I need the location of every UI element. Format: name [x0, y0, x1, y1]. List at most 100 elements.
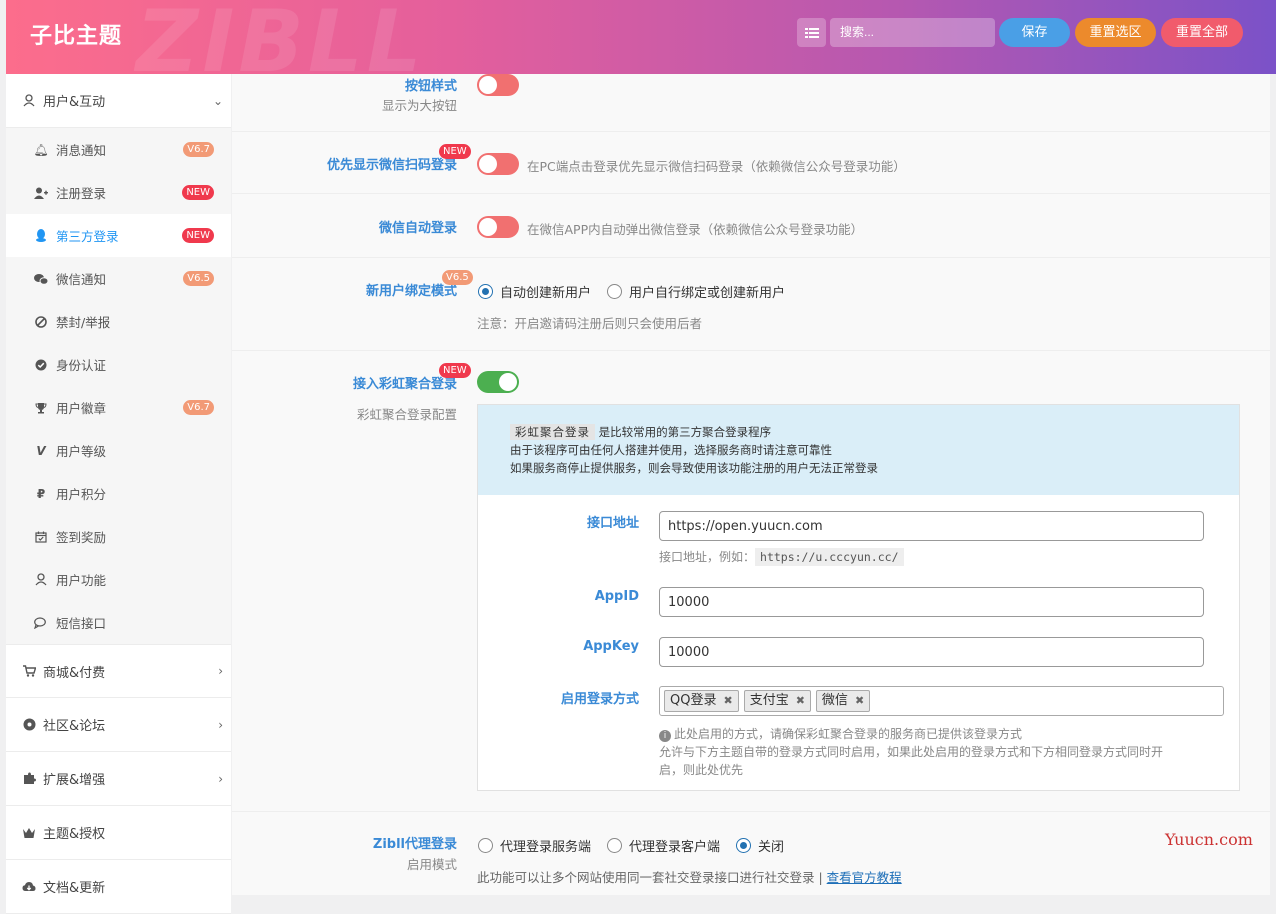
save-button[interactable]: 保存 — [999, 18, 1070, 47]
sidebar-group-docs-updates[interactable]: 文档&更新 — [6, 860, 231, 914]
sidebar-item-label: 签到奖励 — [56, 530, 107, 545]
setting-label: 微信自动登录 — [378, 221, 457, 236]
api-url-hint: 接口地址，例如： https://u.cccyun.cc/ — [659, 548, 904, 566]
sidebar-group-extensions[interactable]: 扩展&增强 › — [6, 752, 231, 806]
chat-icon — [34, 616, 48, 630]
setting-description: 在PC端点击登录优先显示微信扫码登录（依赖微信公众号登录功能） — [527, 159, 906, 174]
sidebar-item-wechat-notify[interactable]: 微信通知 V6.5 — [6, 257, 231, 300]
qq-icon — [34, 229, 48, 243]
setting-note: 注意：开启邀请码注册后则只会使用后者 — [477, 316, 703, 331]
remove-icon[interactable]: ✖ — [855, 691, 864, 711]
method-chip[interactable]: 微信 ✖ — [815, 690, 871, 712]
info-notice: 彩虹聚合登录 是比较常用的第三方聚合登录程序 由于该程序可由任何人搭建并使用，选… — [478, 405, 1239, 495]
sidebar-group-label: 文档&更新 — [43, 881, 106, 896]
version-badge: V6.7 — [183, 400, 214, 415]
reset-all-button[interactable]: 重置全部 — [1161, 18, 1243, 47]
sidebar: 用户&互动 ⌄ 🔔︎ 消息通知 V6.7 注册登录 NEW 第三方登录 NEW … — [6, 74, 231, 914]
calendar-check-icon — [34, 530, 48, 544]
sidebar-item-sms-api[interactable]: 短信接口 — [6, 601, 231, 644]
sidebar-item-third-party-login[interactable]: 第三方登录 NEW — [6, 214, 231, 257]
login-methods-label: 启用登录方式 — [560, 692, 639, 707]
setting-row-zibll-proxy: Zibll代理登录 启用模式 代理登录服务端 代理登录客户端 关闭 此功能可以让… — [232, 812, 1270, 895]
settings-panel: 按钮样式 显示为大按钮 优先显示微信扫码登录 NEW 在PC端点击登录优先显示微… — [232, 74, 1270, 895]
radio-label: 代理登录客户端 — [629, 840, 721, 855]
sidebar-item-label: 用户等级 — [56, 444, 107, 459]
remove-icon[interactable]: ✖ — [723, 691, 732, 711]
sidebar-item-user-functions[interactable]: 用户功能 — [6, 558, 231, 601]
radio-dot — [607, 838, 622, 853]
check-badge-icon — [34, 358, 48, 372]
radio-proxy-server[interactable]: 代理登录服务端 — [478, 836, 591, 855]
sidebar-item-identity-verify[interactable]: 身份认证 — [6, 343, 231, 386]
sidebar-item-label: 短信接口 — [56, 616, 107, 631]
tutorial-link[interactable]: 查看官方教程 — [827, 870, 902, 885]
header-watermark: ZIBLL — [136, 0, 426, 74]
sidebar-group-theme-license[interactable]: 主题&授权 — [6, 806, 231, 860]
user-plus-icon — [34, 186, 48, 200]
login-methods-select[interactable]: QQ登录 ✖ 支付宝 ✖ 微信 ✖ — [659, 686, 1224, 716]
rainbow-config-panel: 彩虹聚合登录 是比较常用的第三方聚合登录程序 由于该程序可由任何人搭建并使用，选… — [477, 404, 1240, 791]
appkey-input[interactable] — [659, 637, 1204, 667]
sidebar-group-shop-payment[interactable]: 商城&付费 › — [6, 644, 231, 698]
radio-proxy-off[interactable]: 关闭 — [736, 836, 784, 855]
list-icon — [804, 27, 819, 38]
wechat-qr-first-toggle[interactable] — [477, 153, 519, 175]
sidebar-item-ban-report[interactable]: 禁封/举报 — [6, 300, 231, 343]
sidebar-group-community-forum[interactable]: 社区&论坛 › — [6, 698, 231, 752]
sidebar-item-label: 微信通知 — [56, 272, 107, 287]
puzzle-icon — [22, 772, 36, 786]
radio-dot — [478, 284, 493, 299]
menu-toggle-button[interactable] — [797, 18, 826, 47]
user-icon — [22, 94, 36, 108]
wechat-auto-login-toggle[interactable] — [477, 216, 519, 238]
cart-icon — [22, 664, 36, 678]
bell-icon: 🔔︎ — [33, 142, 49, 157]
appid-input[interactable] — [659, 587, 1204, 617]
sidebar-group-label: 社区&论坛 — [43, 719, 106, 734]
rainbow-login-toggle[interactable] — [477, 371, 519, 393]
method-chip[interactable]: 支付宝 ✖ — [743, 690, 811, 712]
chevron-right-icon: › — [218, 771, 223, 786]
radio-dot — [478, 838, 493, 853]
new-tag: NEW — [439, 363, 471, 378]
remove-icon[interactable]: ✖ — [796, 691, 805, 711]
sidebar-item-user-badges[interactable]: 用户徽章 V6.7 — [6, 386, 231, 429]
setting-row-new-user-bind: 新用户绑定模式 V6.5 自动创建新用户 用户自行绑定或创建新用户 注意：开启邀… — [232, 258, 1270, 351]
version-badge: V6.7 — [183, 142, 214, 157]
methods-hint: 允许与下方主题自带的登录方式同时启用，如果此处启用的登录方式和下方相同登录方式同… — [659, 745, 1164, 759]
sidebar-item-label: 用户积分 — [56, 487, 107, 502]
setting-label: Zibll代理登录 — [372, 837, 457, 852]
vimeo-icon: V — [36, 443, 46, 458]
sidebar-item-checkin-reward[interactable]: 签到奖励 — [6, 515, 231, 558]
radio-auto-create-user[interactable]: 自动创建新用户 — [478, 282, 591, 301]
search-input[interactable] — [830, 18, 995, 47]
radio-user-self-bind[interactable]: 用户自行绑定或创建新用户 — [607, 282, 785, 301]
appid-label: AppID — [594, 589, 639, 604]
info-icon: i — [659, 730, 671, 742]
site-watermark: Yuucn.com — [1165, 830, 1253, 849]
api-example-code: https://u.cccyun.cc/ — [755, 548, 904, 566]
appkey-label: AppKey — [583, 639, 639, 654]
chevron-right-icon: › — [218, 717, 223, 732]
method-chip[interactable]: QQ登录 ✖ — [664, 690, 739, 712]
sidebar-item-user-points[interactable]: ₽ 用户积分 — [6, 472, 231, 515]
reset-section-button[interactable]: 重置选区 — [1075, 18, 1156, 47]
notice-line: 如果服务商停止提供服务，则会导致使用该功能注册的用户无法正常登录 — [510, 461, 878, 475]
sidebar-item-user-level[interactable]: V 用户等级 — [6, 429, 231, 472]
radio-proxy-client[interactable]: 代理登录客户端 — [607, 836, 720, 855]
setting-sublabel: 彩虹聚合登录配置 — [356, 407, 457, 422]
version-badge: V6.5 — [183, 271, 214, 286]
api-url-input[interactable] — [659, 511, 1204, 541]
sidebar-group-user-interaction[interactable]: 用户&互动 ⌄ — [6, 74, 231, 128]
setting-label: 按钮样式 — [404, 79, 457, 94]
sidebar-item-notifications[interactable]: 🔔︎ 消息通知 V6.7 — [6, 128, 231, 171]
button-style-toggle[interactable] — [477, 74, 519, 96]
community-icon — [22, 718, 36, 732]
sidebar-item-register-login[interactable]: 注册登录 NEW — [6, 171, 231, 214]
methods-hint: i 此处启用的方式，请确保彩虹聚合登录的服务商已提供该登录方式 — [659, 725, 1022, 742]
version-tag: V6.5 — [442, 270, 473, 285]
setting-sublabel: 显示为大按钮 — [381, 98, 457, 113]
methods-hint: 启，则此处优先 — [659, 763, 744, 777]
sidebar-item-label: 用户功能 — [56, 573, 107, 588]
brand-title: 子比主题 — [30, 24, 123, 49]
